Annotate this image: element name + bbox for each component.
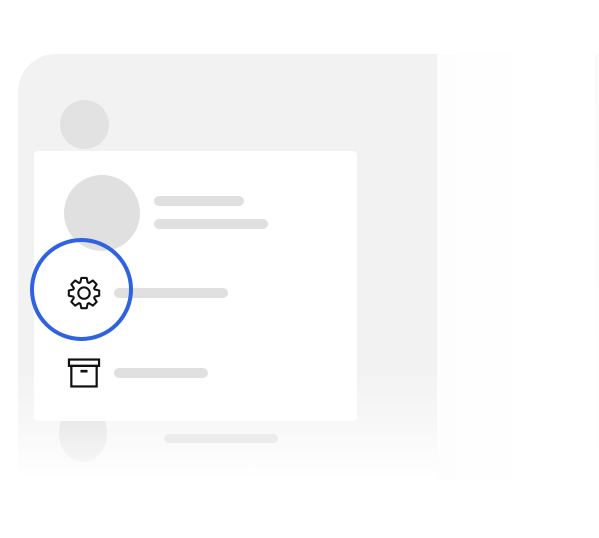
background-avatar-placeholder	[60, 100, 109, 149]
name-placeholder	[154, 196, 244, 206]
side-panel	[437, 54, 599, 480]
menu-item-label-archive	[114, 368, 208, 378]
archive-box-icon	[67, 358, 101, 388]
background-text-placeholder	[164, 434, 278, 443]
menu-item-label-settings	[114, 288, 228, 298]
menu-item-archive[interactable]	[60, 350, 220, 396]
gear-icon	[67, 276, 101, 310]
menu-item-settings[interactable]	[60, 268, 240, 318]
subtitle-placeholder	[154, 219, 268, 229]
right-edge-shadow	[595, 54, 599, 480]
avatar	[64, 175, 140, 251]
